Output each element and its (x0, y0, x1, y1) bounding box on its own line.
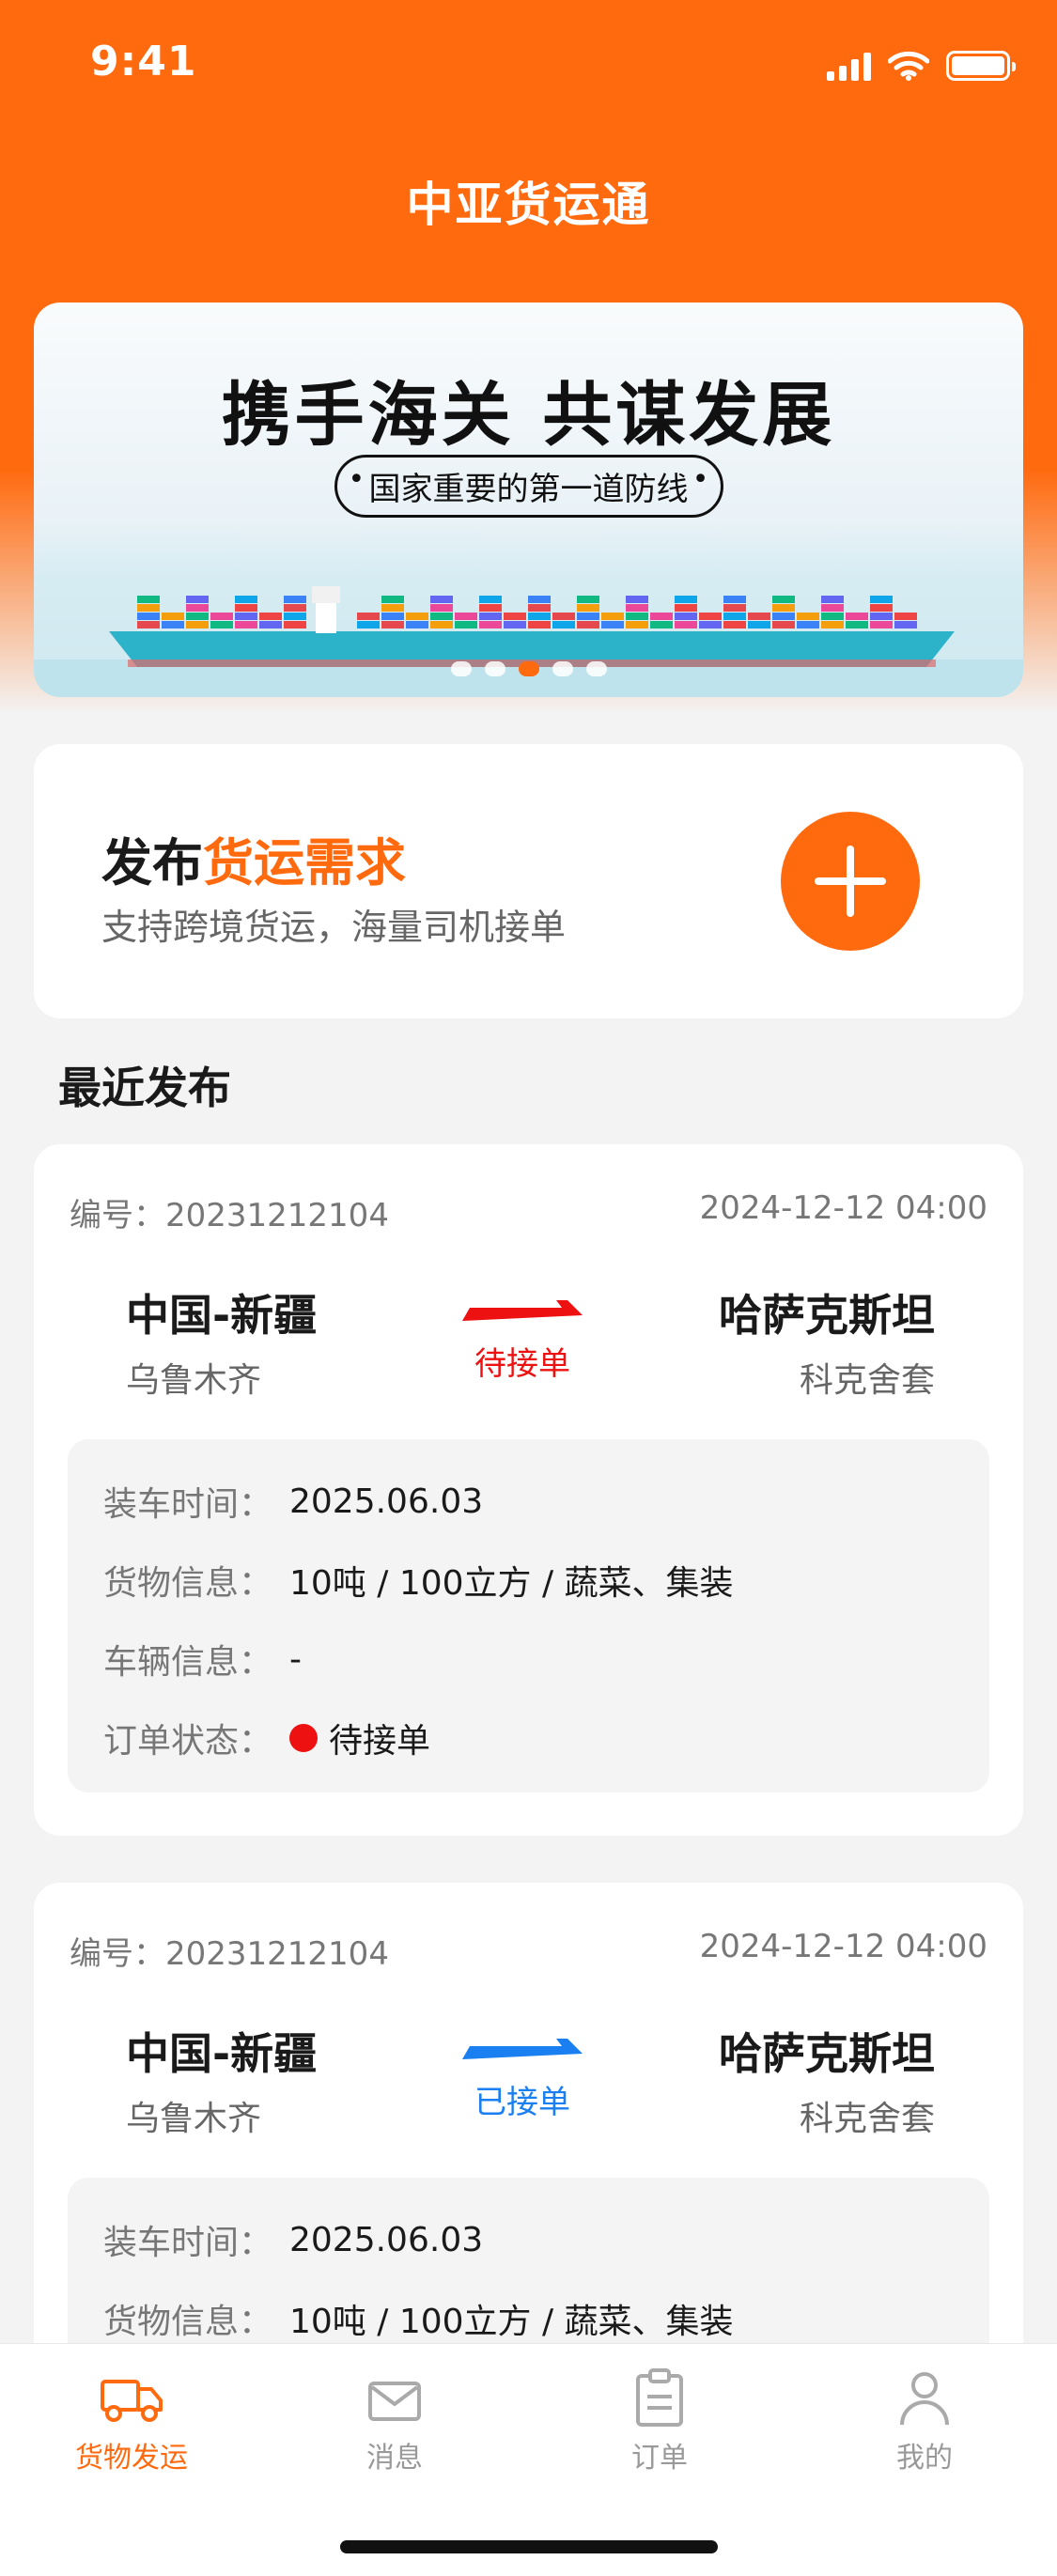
order-details: 装车时间： 2025.06.03 货物信息： 10吨 / 100立方 / 蔬菜、… (68, 1439, 989, 1792)
order-time: 2024-12-12 04:00 (699, 1928, 987, 1965)
order-number: 编号：20231212104 (70, 1197, 389, 1234)
order-card[interactable]: 编号：20231212104 2024-12-12 04:00 中国-新疆 乌鲁… (34, 1144, 1023, 1836)
detail-row: 货物信息： 10吨 / 100立方 / 蔬菜、集装 (103, 2303, 734, 2341)
carousel-dot-active[interactable] (518, 661, 539, 676)
signal-icon (827, 51, 871, 81)
order-time: 2024-12-12 04:00 (699, 1189, 987, 1227)
order-number: 编号：20231212104 (70, 1935, 389, 1973)
publish-description: 支持跨境货运，海量司机接单 (101, 907, 567, 948)
origin-subcity: 乌鲁木齐 (126, 1361, 262, 1400)
tab-orders[interactable]: 订单 (566, 2367, 754, 2475)
tab-messages[interactable]: 消息 (301, 2367, 489, 2475)
status-time: 9:41 (90, 38, 197, 85)
carousel-dot[interactable] (484, 661, 505, 676)
destination-city: 哈萨克斯坦 (719, 1290, 935, 1341)
detail-row: 装车时间： 2025.06.03 (103, 1482, 484, 1525)
order-status-label: 已接单 (474, 2084, 570, 2121)
carousel-dot[interactable] (552, 661, 573, 676)
origin-city: 中国-新疆 (126, 1290, 318, 1341)
order-status-label: 待接单 (474, 1345, 570, 1383)
clipboard-icon (636, 2368, 683, 2427)
origin-city: 中国-新疆 (126, 2028, 318, 2079)
battery-icon (946, 51, 1016, 81)
destination-subcity: 科克舍套 (799, 1361, 935, 1400)
home-indicator (340, 2540, 718, 2553)
publish-title: 发布货运需求 (101, 833, 406, 892)
banner-headline: 携手海关 共谋发展 (221, 375, 836, 456)
status-dot-icon (289, 1724, 318, 1752)
detail-row: 货物信息： 10吨 / 100立方 / 蔬菜、集装 (103, 1564, 734, 1603)
user-icon (900, 2372, 949, 2426)
wifi-icon (888, 51, 929, 81)
publish-demand-card[interactable]: 发布货运需求 支持跨境货运，海量司机接单 (34, 744, 1023, 1018)
carousel-dot[interactable] (585, 661, 607, 676)
detail-row: 车辆信息： - (103, 1639, 302, 1683)
route-arrow-icon (462, 1300, 583, 1321)
origin-subcity: 乌鲁木齐 (126, 2100, 262, 2138)
status-icons (827, 51, 1016, 81)
destination-city: 哈萨克斯坦 (719, 2028, 935, 2079)
truck-icon (101, 2380, 163, 2422)
detail-row: 订单状态： 待接单 (103, 1722, 431, 1761)
add-demand-button[interactable] (781, 812, 920, 951)
route-arrow-icon (462, 2039, 583, 2059)
carousel-dot[interactable] (450, 661, 472, 676)
tab-profile[interactable]: 我的 (831, 2367, 1018, 2475)
status-bar: 9:41 (0, 0, 1057, 132)
page-title: 中亚货运通 (406, 178, 651, 232)
recent-section-title: 最近发布 (58, 1063, 231, 1113)
banner-subline: 国家重要的第一道防线 (334, 455, 723, 518)
destination-subcity: 科克舍套 (799, 2100, 935, 2138)
carousel-indicator[interactable] (34, 661, 1023, 676)
detail-row: 装车时间： 2025.06.03 (103, 2220, 484, 2263)
tab-cargo-shipping[interactable]: 货物发运 (38, 2367, 225, 2475)
promo-banner[interactable]: 携手海关 共谋发展 国家重要的第一道防线 (34, 303, 1023, 697)
mail-icon (368, 2382, 421, 2421)
